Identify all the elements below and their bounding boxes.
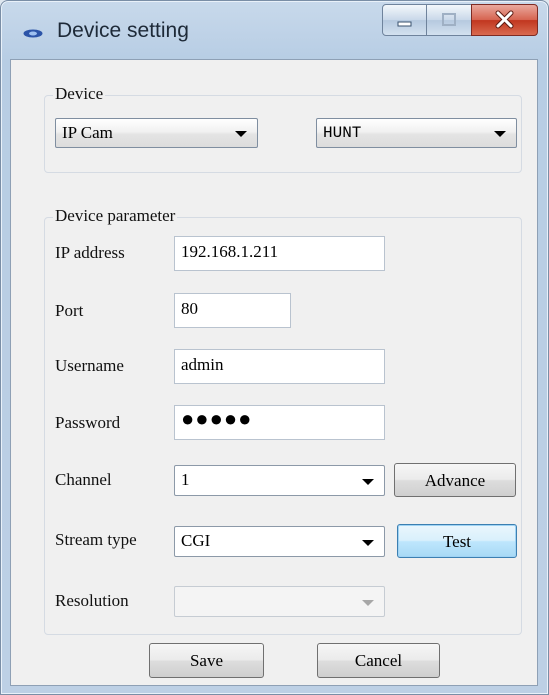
channel-select[interactable]: 1	[174, 465, 385, 496]
chevron-down-icon	[494, 131, 506, 137]
close-icon	[495, 10, 514, 29]
minimize-icon	[397, 21, 412, 27]
test-button[interactable]: Test	[397, 524, 517, 558]
cancel-button-label: Cancel	[354, 651, 403, 670]
ip-address-field[interactable]: 192.168.1.211	[174, 236, 385, 271]
maximize-icon	[442, 13, 456, 26]
save-button-label: Save	[189, 651, 224, 670]
minimize-button[interactable]	[382, 4, 427, 36]
advance-button-label: Advance	[424, 471, 486, 490]
save-button[interactable]: Save	[149, 643, 264, 678]
username-value: admin	[181, 355, 224, 374]
device-parameter-legend: Device parameter	[53, 206, 178, 226]
maximize-button[interactable]	[426, 4, 472, 36]
port-value: 80	[181, 299, 198, 318]
port-field[interactable]: 80	[174, 293, 291, 328]
chevron-down-icon	[362, 478, 374, 485]
chevron-down-icon	[362, 539, 374, 546]
ip-address-label: IP address	[55, 243, 125, 262]
advance-button[interactable]: Advance	[394, 463, 516, 497]
password-label: Password	[55, 413, 121, 432]
resolution-select[interactable]	[174, 586, 385, 617]
device-setting-window: Device setting Device IP Cam HUNT Device…	[0, 0, 549, 695]
caption-buttons	[382, 4, 538, 38]
stream-type-label: Stream type	[55, 530, 137, 549]
username-label: Username	[55, 356, 124, 375]
ip-address-value: 192.168.1.211	[181, 242, 279, 261]
resolution-label: Resolution	[55, 591, 129, 610]
device-type-select[interactable]: IP Cam	[55, 118, 258, 148]
device-brand-select[interactable]: HUNT	[316, 118, 517, 148]
close-button[interactable]	[471, 4, 538, 36]
chevron-down-icon	[235, 131, 247, 137]
chevron-down-icon	[362, 599, 374, 606]
device-group-legend: Device	[53, 84, 106, 104]
dialog-client-area: Device IP Cam HUNT Device parameter IP a…	[10, 59, 538, 686]
username-field[interactable]: admin	[174, 349, 385, 384]
device-brand-value: HUNT	[323, 124, 362, 142]
password-field[interactable]: ●●●●●	[174, 405, 385, 440]
channel-value: 1	[181, 470, 190, 489]
window-title: Device setting	[57, 19, 189, 42]
port-label: Port	[55, 301, 84, 320]
title-bar[interactable]: Device setting	[1, 1, 548, 59]
device-eye-icon	[23, 29, 43, 38]
stream-type-select[interactable]: CGI	[174, 526, 385, 557]
stream-type-value: CGI	[181, 531, 211, 550]
test-button-label: Test	[442, 532, 472, 551]
password-mask: ●●●●●	[181, 406, 253, 431]
cancel-button[interactable]: Cancel	[317, 643, 440, 678]
channel-label: Channel	[55, 470, 112, 489]
device-type-value: IP Cam	[62, 123, 113, 142]
